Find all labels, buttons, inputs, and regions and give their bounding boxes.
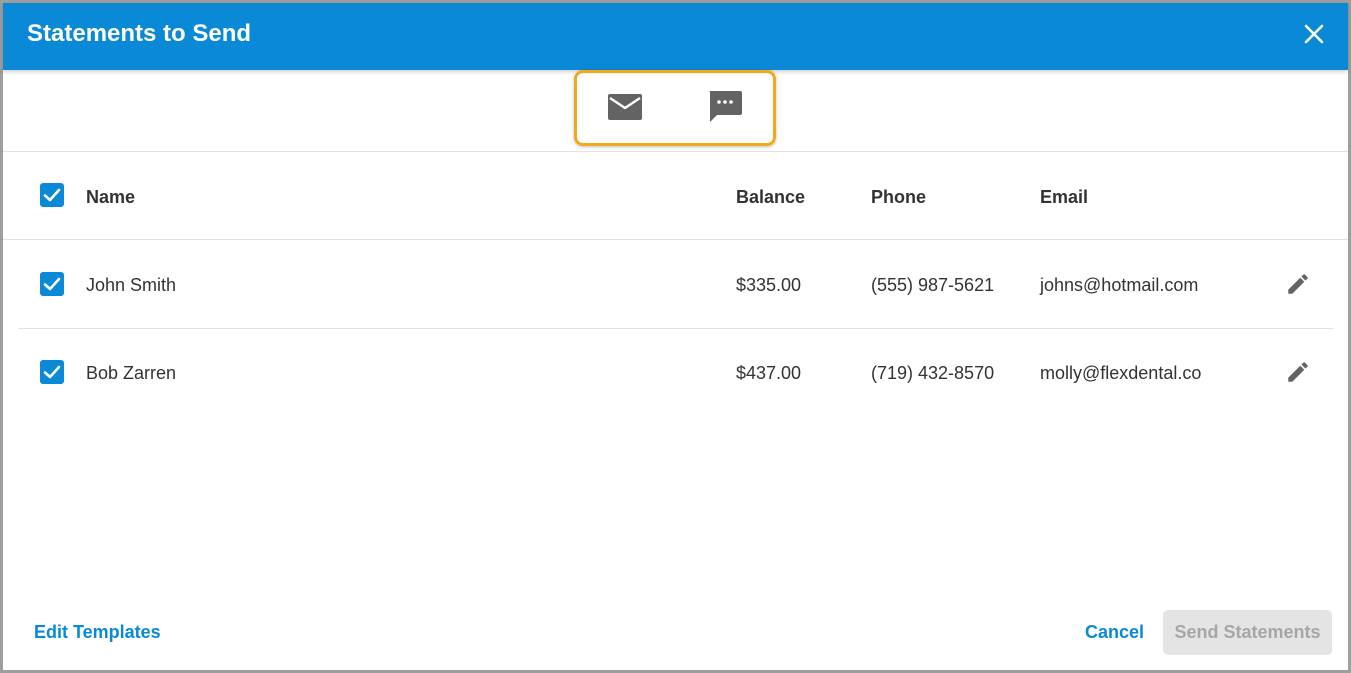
close-button[interactable] (1302, 22, 1326, 46)
row-phone: (555) 987-5621 (871, 275, 995, 295)
close-icon (1304, 24, 1324, 44)
email-channel-button[interactable] (603, 87, 647, 127)
dialog-header: Statements to Send (3, 3, 1348, 70)
row-email: johns@hotmail.com (1040, 275, 1199, 295)
row-name: Bob Zarren (86, 363, 177, 383)
checkmark-icon (43, 188, 61, 202)
statements-dialog: Statements to Send Name Balance Phone Em… (0, 0, 1351, 673)
column-header-phone: Phone (871, 187, 927, 207)
sms-channel-button[interactable] (703, 87, 747, 127)
row-checkbox[interactable] (40, 360, 64, 384)
pencil-icon (1288, 274, 1308, 294)
column-header-name: Name (86, 187, 136, 207)
row-name: John Smith (86, 275, 177, 295)
table-row: Bob Zarren $437.00 (719) 432-8570 molly@… (18, 328, 1333, 416)
edit-templates-link[interactable]: Edit Templates (34, 622, 161, 643)
checkmark-icon (43, 277, 61, 291)
column-header-email: Email (1040, 187, 1089, 207)
envelope-icon (608, 94, 642, 120)
row-phone: (719) 432-8570 (871, 363, 995, 383)
send-statements-button[interactable]: Send Statements (1163, 610, 1332, 655)
row-email: molly@flexdental.co (1040, 363, 1202, 383)
table-row: John Smith $335.00 (555) 987-5621 johns@… (18, 240, 1333, 329)
table-header: Name Balance Phone Email (3, 151, 1348, 240)
checkmark-icon (43, 365, 61, 379)
row-checkbox[interactable] (40, 272, 64, 296)
column-header-balance: Balance (736, 187, 806, 207)
channel-selector (3, 70, 1348, 152)
cancel-button[interactable]: Cancel (1085, 622, 1144, 643)
edit-row-button[interactable] (1285, 271, 1311, 297)
row-balance: $437.00 (736, 363, 802, 383)
row-balance: $335.00 (736, 275, 802, 295)
chat-bubble-icon (709, 91, 742, 122)
dialog-title: Statements to Send (27, 20, 252, 47)
select-all-checkbox[interactable] (40, 183, 64, 207)
pencil-icon (1288, 362, 1308, 382)
edit-row-button[interactable] (1285, 359, 1311, 385)
